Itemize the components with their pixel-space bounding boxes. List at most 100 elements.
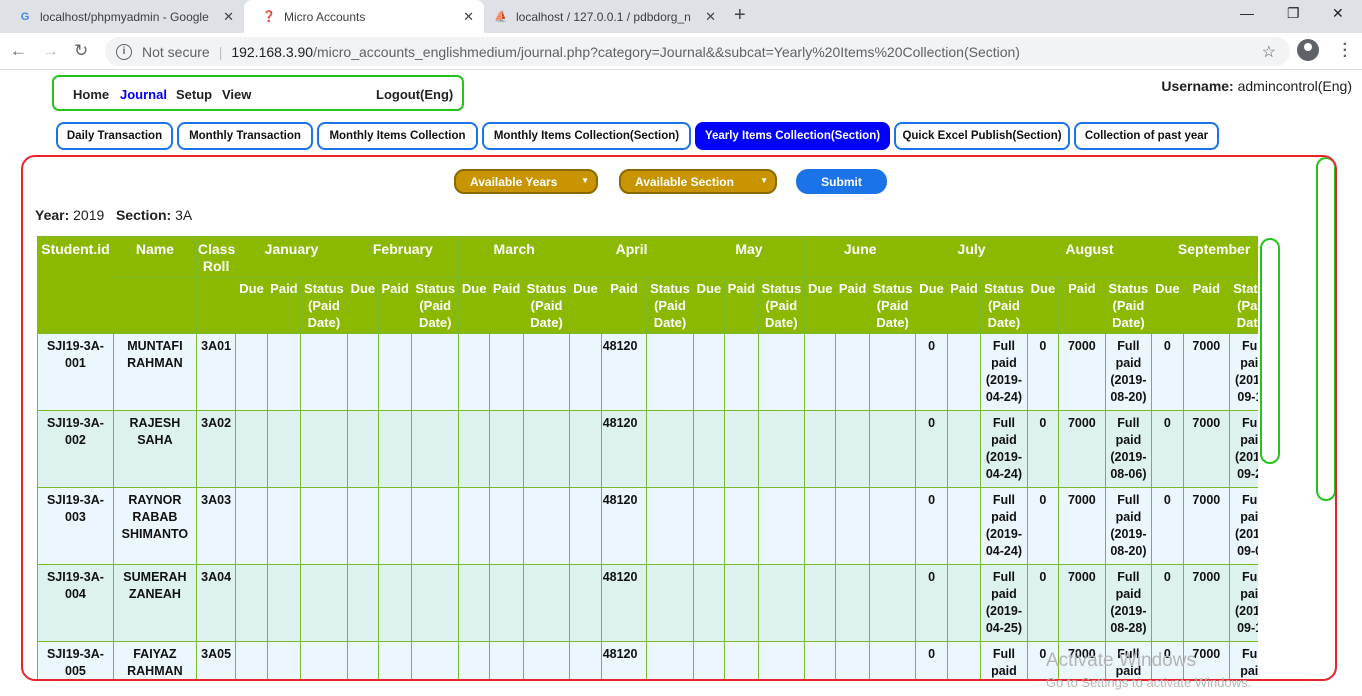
- header-paid: Paid: [378, 277, 413, 334]
- cell-due: [804, 487, 837, 565]
- nav-journal[interactable]: Journal: [120, 87, 167, 102]
- cell-paid: 7000: [1058, 333, 1106, 411]
- cell-status: Full paid (2019-04-24): [980, 410, 1028, 488]
- cell-status: [300, 641, 348, 679]
- header-status: Status (Paid Date): [646, 277, 694, 334]
- header-roll-sub: [195, 277, 237, 334]
- nav-view[interactable]: View: [222, 87, 251, 102]
- window-close-icon[interactable]: ✕: [1332, 5, 1344, 22]
- cell-due: [457, 487, 491, 565]
- cell-paid: [835, 487, 870, 565]
- panel-scrollbar[interactable]: [1316, 157, 1335, 501]
- browser-menu-icon[interactable]: · · ·: [1343, 37, 1348, 65]
- header-month: June: [804, 236, 917, 278]
- cell-due: 0: [915, 333, 948, 411]
- table-scroll-area[interactable]: Student.id Name Class Roll January February M…: [37, 236, 1258, 679]
- nav-home[interactable]: Home: [73, 87, 109, 102]
- cell-due: 0: [1026, 333, 1060, 411]
- cell-paid: [378, 641, 413, 679]
- cell-status: [300, 487, 348, 565]
- cell-paid: [946, 641, 982, 679]
- username-value: admincontrol(Eng): [1237, 78, 1352, 94]
- subnav-collection-past-year[interactable]: Collection of past year: [1074, 122, 1219, 150]
- cell-paid: [946, 487, 982, 565]
- subnav-monthly-transaction[interactable]: Monthly Transaction: [177, 122, 313, 150]
- cell-due: [692, 487, 726, 565]
- cell-status: [868, 564, 917, 642]
- cell-status: [646, 410, 694, 488]
- header-status: Status (Paid Date): [868, 277, 917, 334]
- submit-button[interactable]: Submit: [796, 169, 887, 194]
- cell-status: Full paid (2019-09-23: [1229, 410, 1258, 488]
- profile-avatar-icon[interactable]: [1297, 39, 1319, 61]
- restore-icon[interactable]: ❐: [1287, 5, 1300, 22]
- cell-due: [692, 333, 726, 411]
- cell-due: [804, 410, 837, 488]
- tab-pma[interactable]: ⛵ localhost / 127.0.0.1 / pdbdorg_n ✕: [476, 0, 726, 33]
- minimize-icon[interactable]: —: [1240, 5, 1254, 21]
- tab-phpmyadmin[interactable]: G localhost/phpmyadmin - Google ✕: [0, 0, 244, 33]
- cell-status: [411, 410, 459, 488]
- cell-name: FAIYAZ RAHMAN: [112, 641, 197, 679]
- cell-status: Full paid (2019-04-24): [980, 333, 1028, 411]
- cell-paid: [266, 487, 302, 565]
- cell-paid: 7000: [1058, 564, 1106, 642]
- new-tab-button[interactable]: +: [734, 4, 746, 27]
- cell-paid: 7000: [1058, 487, 1106, 565]
- browser-toolbar: ← → ↻ i Not secure | 192.168.3.90/micro_…: [0, 33, 1362, 70]
- cell-status: Full paid: [980, 641, 1028, 679]
- subnav-monthly-items-collection-section[interactable]: Monthly Items Collection(Section): [482, 122, 691, 150]
- cell-paid: 7000: [1182, 333, 1231, 411]
- cell-due: [569, 333, 602, 411]
- bookmark-star-icon[interactable]: ☆: [1262, 42, 1276, 62]
- cell-status: [522, 641, 571, 679]
- header-status: Status (Paid Date): [757, 277, 806, 334]
- cell-paid: [489, 641, 524, 679]
- years-dropdown[interactable]: Available Years ▼: [454, 169, 598, 194]
- nav-setup[interactable]: Setup: [176, 87, 212, 102]
- header-month: April: [569, 236, 694, 278]
- cell-name: RAJESH SAHA: [112, 410, 197, 488]
- reload-icon[interactable]: ↻: [74, 41, 88, 61]
- table-scrollbar[interactable]: [1260, 238, 1280, 464]
- cell-paid: [266, 333, 302, 411]
- info-icon[interactable]: i: [116, 43, 132, 60]
- subnav-yearly-items-collection-section[interactable]: Yearly Items Collection(Section): [695, 122, 890, 150]
- cell-status: [646, 487, 694, 565]
- subnav-daily-transaction[interactable]: Daily Transaction: [56, 122, 173, 150]
- address-bar[interactable]: i Not secure | 192.168.3.90/micro_accoun…: [105, 37, 1290, 66]
- header-month: March: [457, 236, 571, 278]
- section-dropdown[interactable]: Available Section ▼: [619, 169, 777, 194]
- cell-status: [646, 641, 694, 679]
- cell-due: 0: [915, 641, 948, 679]
- back-icon[interactable]: ←: [10, 41, 27, 61]
- subnav-monthly-items-collection[interactable]: Monthly Items Collection: [317, 122, 478, 150]
- url-host: 192.168.3.90: [231, 43, 314, 60]
- header-paid: Paid: [724, 277, 759, 334]
- pma-icon: ⛵: [494, 11, 508, 23]
- close-icon[interactable]: ✕: [223, 9, 234, 25]
- cell-status: [522, 333, 571, 411]
- cell-status: Full paid (2019-08-28): [1104, 564, 1153, 642]
- cell-class-roll: 3A02: [195, 410, 237, 488]
- forward-icon[interactable]: →: [42, 41, 59, 61]
- close-icon[interactable]: ✕: [705, 9, 716, 25]
- header-month: July: [915, 236, 1028, 278]
- subnav-quick-excel-publish[interactable]: Quick Excel Publish(Section): [894, 122, 1070, 150]
- nav-logout[interactable]: Logout(Eng): [376, 87, 453, 102]
- header-due: Due: [1026, 277, 1060, 334]
- cell-paid: [378, 487, 413, 565]
- table-row: SJI19-3A-003 RAYNOR RABAB SHIMANTO 3A03 481…: [37, 487, 1258, 565]
- header-paid: Paid: [1182, 277, 1231, 334]
- close-icon[interactable]: ✕: [463, 9, 474, 25]
- cell-student-id: SJI19-3A-003: [37, 487, 114, 565]
- table-row: SJI19-3A-004 SUMERAH ZANEAH 3A04 48120 0 Full…: [37, 564, 1258, 642]
- table-row: SJI19-3A-001 MUNTAFI RAHMAN 3A01 48120 0 Full…: [37, 333, 1258, 411]
- cell-paid: [835, 564, 870, 642]
- username-display: Username: admincontrol(Eng): [1161, 78, 1352, 94]
- tab-micro-accounts[interactable]: ❓ Micro Accounts ✕: [244, 0, 484, 33]
- cell-due: 0: [1026, 410, 1060, 488]
- cell-class-roll: 3A01: [195, 333, 237, 411]
- tab-title: localhost / 127.0.0.1 / pdbdorg_n: [516, 9, 691, 24]
- header-status: Status (Paid Date): [980, 277, 1028, 334]
